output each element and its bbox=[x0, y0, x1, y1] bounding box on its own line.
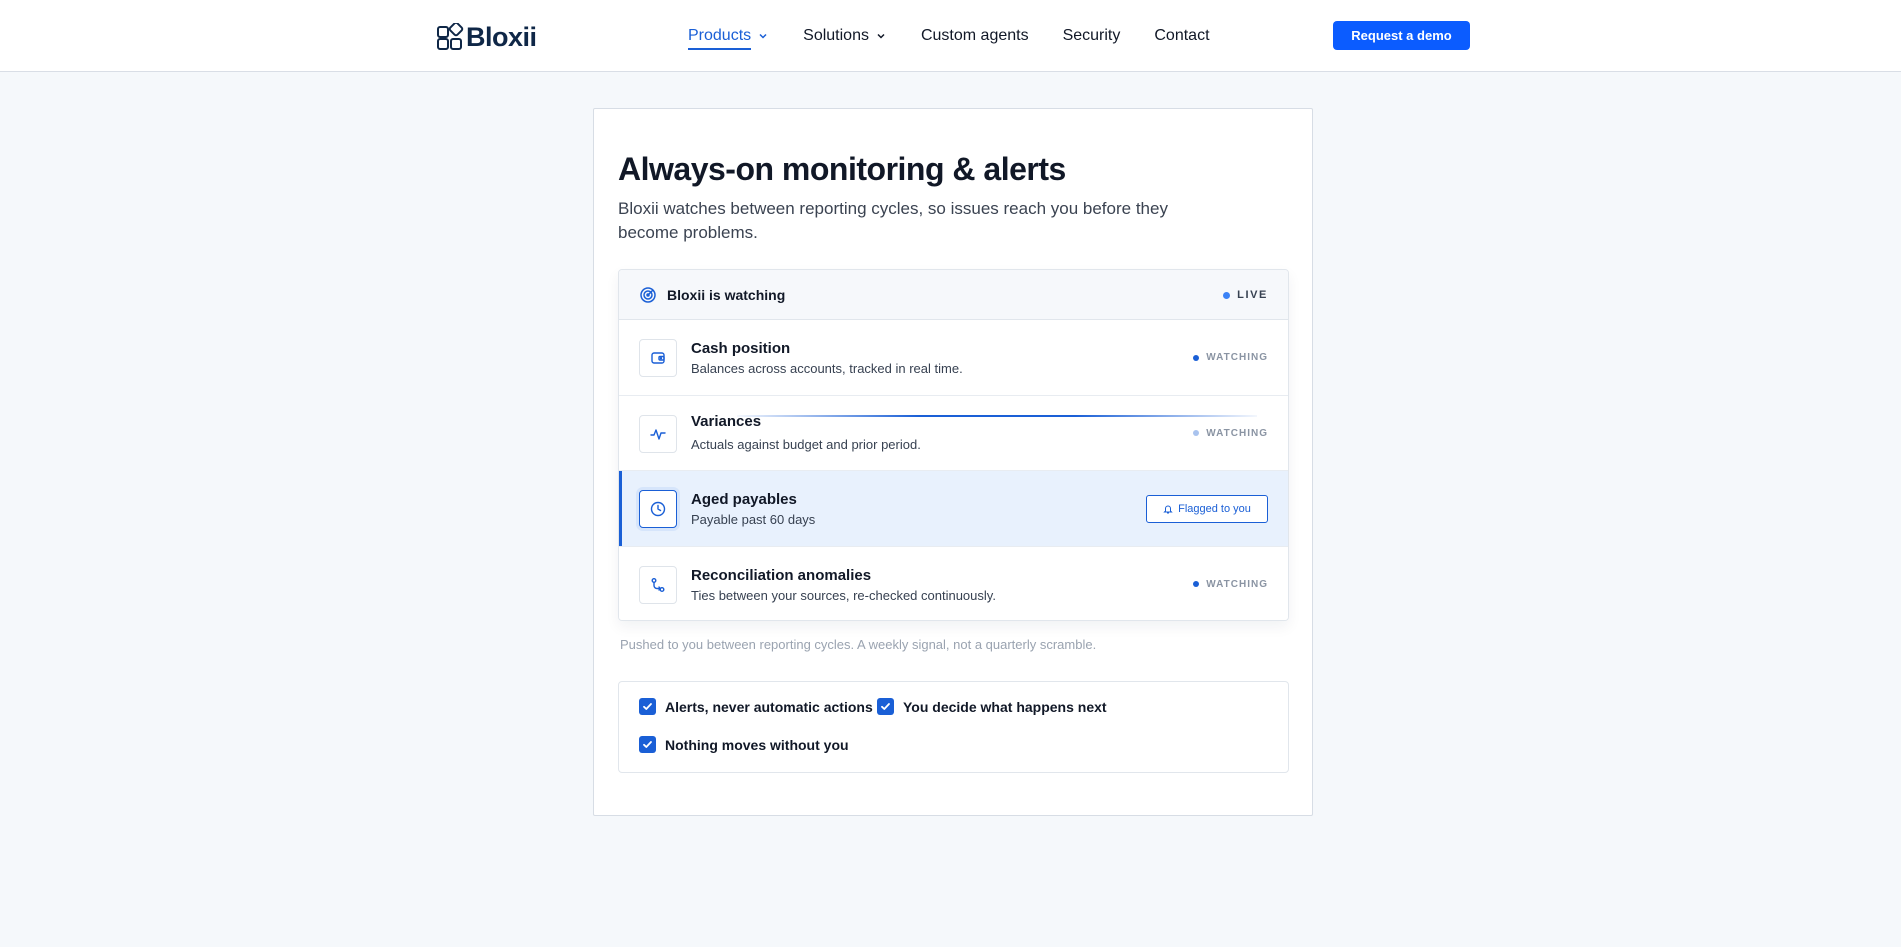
active-underline bbox=[688, 48, 752, 50]
live-indicator: LIVE bbox=[1223, 270, 1268, 320]
checkbox-checked[interactable] bbox=[639, 736, 656, 753]
check-label: Alerts, never automatic actions bbox=[665, 698, 873, 715]
monitor-row-aged-payables[interactable]: Aged payables Payable past 60 days Flagg… bbox=[619, 471, 1288, 547]
nav-item-solutions[interactable]: Solutions bbox=[803, 0, 887, 72]
checkbox-checked[interactable] bbox=[639, 698, 656, 715]
check-item-you-decide[interactable]: You decide what happens next bbox=[877, 698, 1107, 715]
nav-item-security[interactable]: Security bbox=[1063, 0, 1121, 72]
flagged-accent-bar bbox=[619, 471, 622, 546]
row-title: Cash position bbox=[691, 340, 791, 357]
chevron-down-icon bbox=[759, 33, 767, 39]
wallet-icon bbox=[651, 352, 665, 364]
assurance-checklist: Alerts, never automatic actions You deci… bbox=[618, 681, 1289, 773]
checkmark-icon bbox=[643, 703, 652, 710]
flagged-to-you-button[interactable]: Flagged to you bbox=[1146, 495, 1268, 523]
chevron-down-icon bbox=[877, 33, 885, 39]
row-icon-box bbox=[639, 565, 677, 604]
check-label: Nothing moves without you bbox=[665, 736, 849, 753]
request-demo-button[interactable]: Request a demo bbox=[1333, 21, 1470, 50]
checkbox-checked[interactable] bbox=[877, 698, 894, 715]
status-label: WATCHING bbox=[1206, 578, 1268, 590]
row-icon-box bbox=[639, 490, 677, 528]
monitor-row-cash-position[interactable]: Cash position Balances across accounts, … bbox=[619, 320, 1288, 396]
brand-logo[interactable]: Bloxii bbox=[436, 22, 537, 52]
monitor-row-variances[interactable]: Variances Actuals against budget and pri… bbox=[619, 395, 1288, 471]
watch-panel-header: Bloxii is watching LIVE bbox=[619, 270, 1288, 320]
watch-panel: Bloxii is watching LIVE Cash position Ba… bbox=[618, 269, 1289, 621]
page-subtitle: Bloxii watches between reporting cycles,… bbox=[618, 199, 1168, 242]
page-title: Always-on monitoring & alerts bbox=[618, 151, 1066, 187]
status-watching: WATCHING bbox=[1193, 320, 1268, 395]
check-label: You decide what happens next bbox=[903, 698, 1107, 715]
nav-item-label: Custom agents bbox=[920, 27, 1029, 44]
brand-name: Bloxii bbox=[466, 21, 537, 52]
live-label: LIVE bbox=[1237, 289, 1268, 301]
row-description: Ties between your sources, re-checked co… bbox=[691, 587, 996, 603]
nav-item-products[interactable]: Products bbox=[688, 0, 769, 72]
nav-item-label: Contact bbox=[1154, 27, 1210, 44]
row-title: Reconciliation anomalies bbox=[691, 566, 872, 584]
check-item-alerts[interactable]: Alerts, never automatic actions bbox=[639, 698, 873, 715]
live-dot bbox=[1223, 291, 1231, 299]
row-description: Balances across accounts, tracked in rea… bbox=[691, 361, 963, 376]
row-icon-box bbox=[639, 414, 677, 453]
site-header: Bloxii Products Solutions Custom agents … bbox=[0, 0, 1901, 72]
clock-icon bbox=[650, 501, 666, 517]
logo-icon bbox=[437, 23, 464, 50]
row-icon-box bbox=[639, 339, 677, 377]
nav-item-label: Security bbox=[1062, 27, 1121, 44]
monitoring-card: Always-on monitoring & alerts Bloxii wat… bbox=[593, 108, 1313, 816]
row-title: Variances bbox=[691, 412, 762, 430]
status-watching: WATCHING bbox=[1193, 396, 1268, 471]
flagged-label: Flagged to you bbox=[1178, 503, 1251, 515]
scan-line bbox=[737, 414, 1257, 417]
bell-icon bbox=[1163, 505, 1173, 514]
status-label: WATCHING bbox=[1206, 352, 1268, 363]
watch-panel-title: Bloxii is watching bbox=[667, 286, 786, 303]
nav-item-contact[interactable]: Contact bbox=[1154, 0, 1209, 72]
nav-item-custom-agents[interactable]: Custom agents bbox=[921, 0, 1029, 72]
nav-item-label: Solutions bbox=[803, 27, 869, 44]
status-label: WATCHING bbox=[1206, 427, 1268, 439]
nav-item-label: Products bbox=[688, 27, 752, 44]
row-description: Payable past 60 days bbox=[691, 512, 816, 527]
checkmark-icon bbox=[881, 703, 890, 710]
status-dot bbox=[1193, 430, 1200, 436]
footnote: Pushed to you between reporting cycles. … bbox=[620, 637, 1097, 652]
main-nav: Products Solutions Custom agents Securit… bbox=[688, 0, 1210, 72]
row-title: Aged payables bbox=[691, 491, 797, 508]
pulse-icon bbox=[650, 428, 666, 440]
checkmark-icon bbox=[643, 741, 652, 748]
row-description: Actuals against budget and prior period. bbox=[691, 436, 921, 452]
status-dot bbox=[1193, 354, 1200, 361]
radar-icon bbox=[640, 286, 656, 303]
monitor-row-reconciliation[interactable]: Reconciliation anomalies Ties between yo… bbox=[619, 546, 1288, 621]
status-dot bbox=[1193, 581, 1200, 587]
status-watching: WATCHING bbox=[1193, 547, 1268, 621]
check-item-nothing-moves[interactable]: Nothing moves without you bbox=[639, 736, 849, 753]
git-compare-icon bbox=[651, 577, 665, 592]
